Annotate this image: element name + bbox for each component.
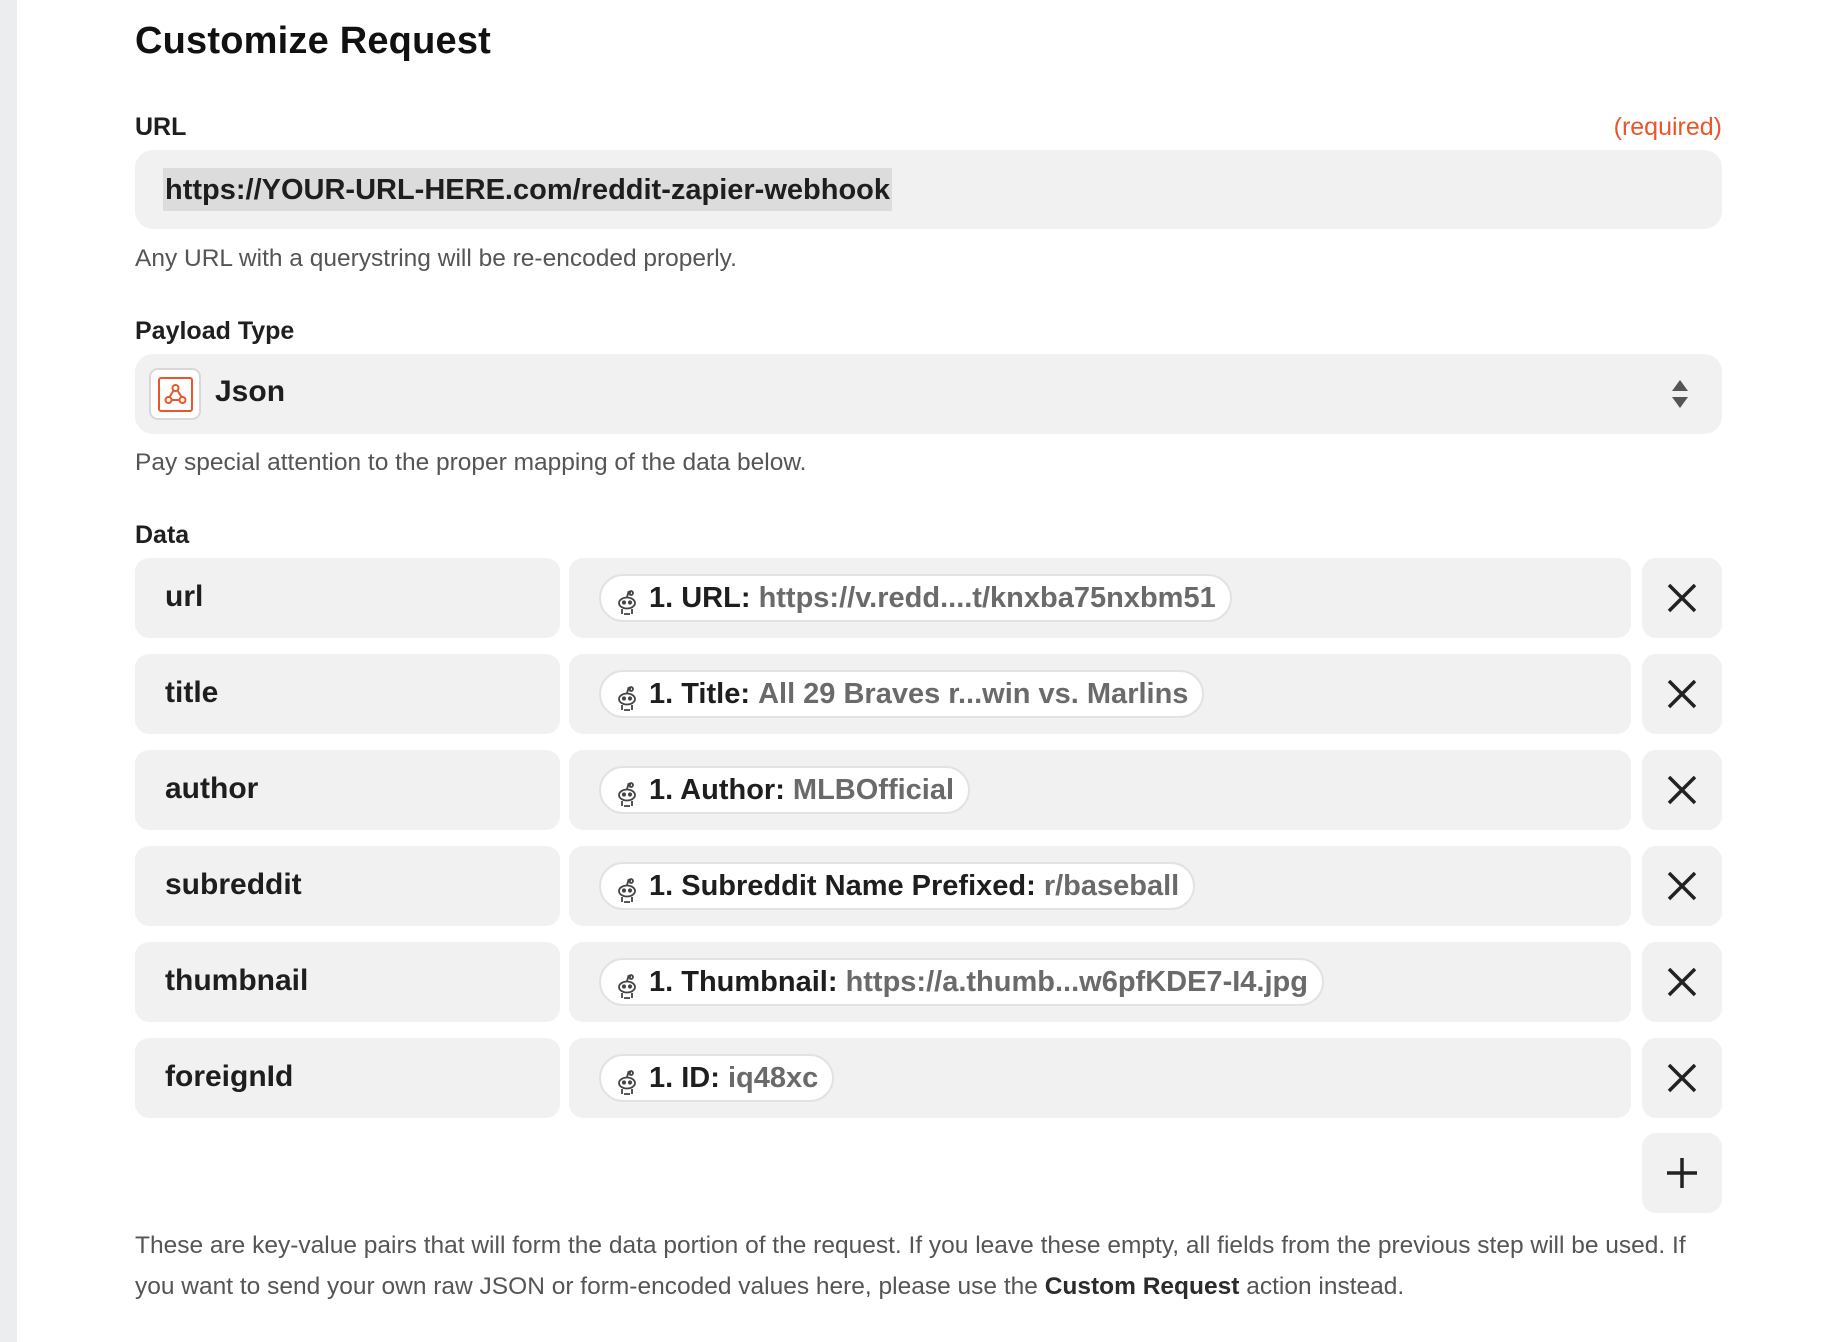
select-arrows-icon <box>1671 378 1689 410</box>
mapped-field-value: MLBOfficial <box>792 774 955 806</box>
mapped-field-label: 1. Title: <box>649 678 750 710</box>
remove-row-button[interactable] <box>1642 942 1722 1022</box>
close-icon <box>1667 967 1697 997</box>
main-panel: Customize Request URL (required) https:/… <box>17 0 1826 1342</box>
mapped-field-pill[interactable]: 1. Title: All 29 Braves r...win vs. Marl… <box>599 670 1205 718</box>
page-title: Customize Request <box>135 20 492 62</box>
url-help-text: Any URL with a querystring will be re-en… <box>135 245 737 272</box>
data-key-value: title <box>165 676 219 709</box>
reddit-icon <box>616 873 638 903</box>
data-key-value: url <box>165 580 204 613</box>
data-label: Data <box>135 521 190 549</box>
payload-help-text: Pay special attention to the proper mapp… <box>135 449 807 476</box>
data-key-value: foreignId <box>165 1060 294 1093</box>
remove-row-button[interactable] <box>1642 654 1722 734</box>
payload-type-value: Json <box>215 375 286 408</box>
payload-type-select[interactable]: Json <box>135 354 1722 434</box>
mapped-field-label: 1. URL: <box>649 582 751 614</box>
data-value-input[interactable]: 1. Thumbnail: https://a.thumb...w6pfKDE7… <box>569 942 1631 1022</box>
data-value-input[interactable]: 1. Title: All 29 Braves r...win vs. Marl… <box>569 654 1631 734</box>
data-key-input[interactable]: url <box>135 558 560 638</box>
data-key-input[interactable]: author <box>135 750 560 830</box>
mapped-field-value: All 29 Braves r...win vs. Marlins <box>758 678 1189 710</box>
plus-icon <box>1667 1158 1697 1188</box>
close-icon <box>1667 583 1697 613</box>
data-key-input[interactable]: title <box>135 654 560 734</box>
data-key-input[interactable]: foreignId <box>135 1038 560 1118</box>
data-value-input[interactable]: 1. URL: https://v.redd....t/knxba75nxbm5… <box>569 558 1631 638</box>
data-value-input[interactable]: 1. Author: MLBOfficial <box>569 750 1631 830</box>
close-icon <box>1667 1063 1697 1093</box>
custom-request-text: Custom Request <box>1044 1273 1240 1300</box>
close-icon <box>1667 679 1697 709</box>
remove-row-button[interactable] <box>1642 846 1722 926</box>
mapped-field-pill[interactable]: 1. Subreddit Name Prefixed: r/baseball <box>599 862 1196 910</box>
url-input[interactable]: https://YOUR-URL-HERE.com/reddit-zapier-… <box>135 150 1722 229</box>
reddit-icon <box>616 681 638 711</box>
data-key-value: thumbnail <box>165 964 309 997</box>
mapped-field-label: 1. Author: <box>649 774 785 806</box>
url-label: URL <box>135 113 187 141</box>
mapped-field-label: 1. Thumbnail: <box>649 966 838 998</box>
mapped-field-pill[interactable]: 1. Thumbnail: https://a.thumb...w6pfKDE7… <box>599 958 1324 1006</box>
reddit-icon <box>616 969 638 999</box>
mapped-field-pill[interactable]: 1. ID: iq48xc <box>599 1054 835 1102</box>
data-value-input[interactable]: 1. Subreddit Name Prefixed: r/baseball <box>569 846 1631 926</box>
mapped-field-value: https://v.redd....t/knxba75nxbm51 <box>758 582 1216 614</box>
data-key-input[interactable]: thumbnail <box>135 942 560 1022</box>
remove-row-button[interactable] <box>1642 558 1722 638</box>
data-row: thumbnail 1. Thumbnail: https://a.thumb..… <box>135 942 1722 1022</box>
mapped-field-label: 1. Subreddit Name Prefixed: <box>649 870 1036 902</box>
data-help-text: These are key-value pairs that will form… <box>135 1225 1722 1307</box>
add-row-button[interactable] <box>1642 1133 1722 1213</box>
url-input-value: https://YOUR-URL-HERE.com/reddit-zapier-… <box>163 168 893 211</box>
close-icon <box>1667 775 1697 805</box>
data-row: foreignId 1. ID: iq48xc <box>135 1038 1722 1118</box>
payload-type-label: Payload Type <box>135 317 295 345</box>
data-help-text-part2: action instead. <box>1239 1273 1405 1300</box>
mapped-field-value: https://a.thumb...w6pfKDE7-I4.jpg <box>845 966 1308 998</box>
reddit-icon <box>616 1065 638 1095</box>
mapped-field-value: iq48xc <box>727 1062 819 1094</box>
data-key-input[interactable]: subreddit <box>135 846 560 926</box>
required-indicator: (required) <box>1613 113 1722 141</box>
data-key-value: author <box>165 772 259 805</box>
mapped-field-label: 1. ID: <box>649 1062 720 1094</box>
mapped-field-value: r/baseball <box>1043 870 1180 902</box>
data-row: title 1. Title: All 29 Braves r...win vs.… <box>135 654 1722 734</box>
mapped-field-pill[interactable]: 1. Author: MLBOfficial <box>599 766 971 814</box>
data-row: url 1. URL: https://v.redd....t/knxba75nx… <box>135 558 1722 638</box>
close-icon <box>1667 871 1697 901</box>
mapped-field-pill[interactable]: 1. URL: https://v.redd....t/knxba75nxbm5… <box>599 574 1232 622</box>
remove-row-button[interactable] <box>1642 750 1722 830</box>
data-row: subreddit 1. Subreddit Name Prefixed: r/b… <box>135 846 1722 926</box>
data-row: author 1. Author: MLBOfficial <box>135 750 1722 830</box>
reddit-icon <box>616 585 638 615</box>
data-key-value: subreddit <box>165 868 302 901</box>
data-help-text-part1: These are key-value pairs that will form… <box>135 1232 1686 1300</box>
reddit-icon <box>616 777 638 807</box>
data-value-input[interactable]: 1. ID: iq48xc <box>569 1038 1631 1118</box>
webhook-icon <box>149 368 201 420</box>
remove-row-button[interactable] <box>1642 1038 1722 1118</box>
